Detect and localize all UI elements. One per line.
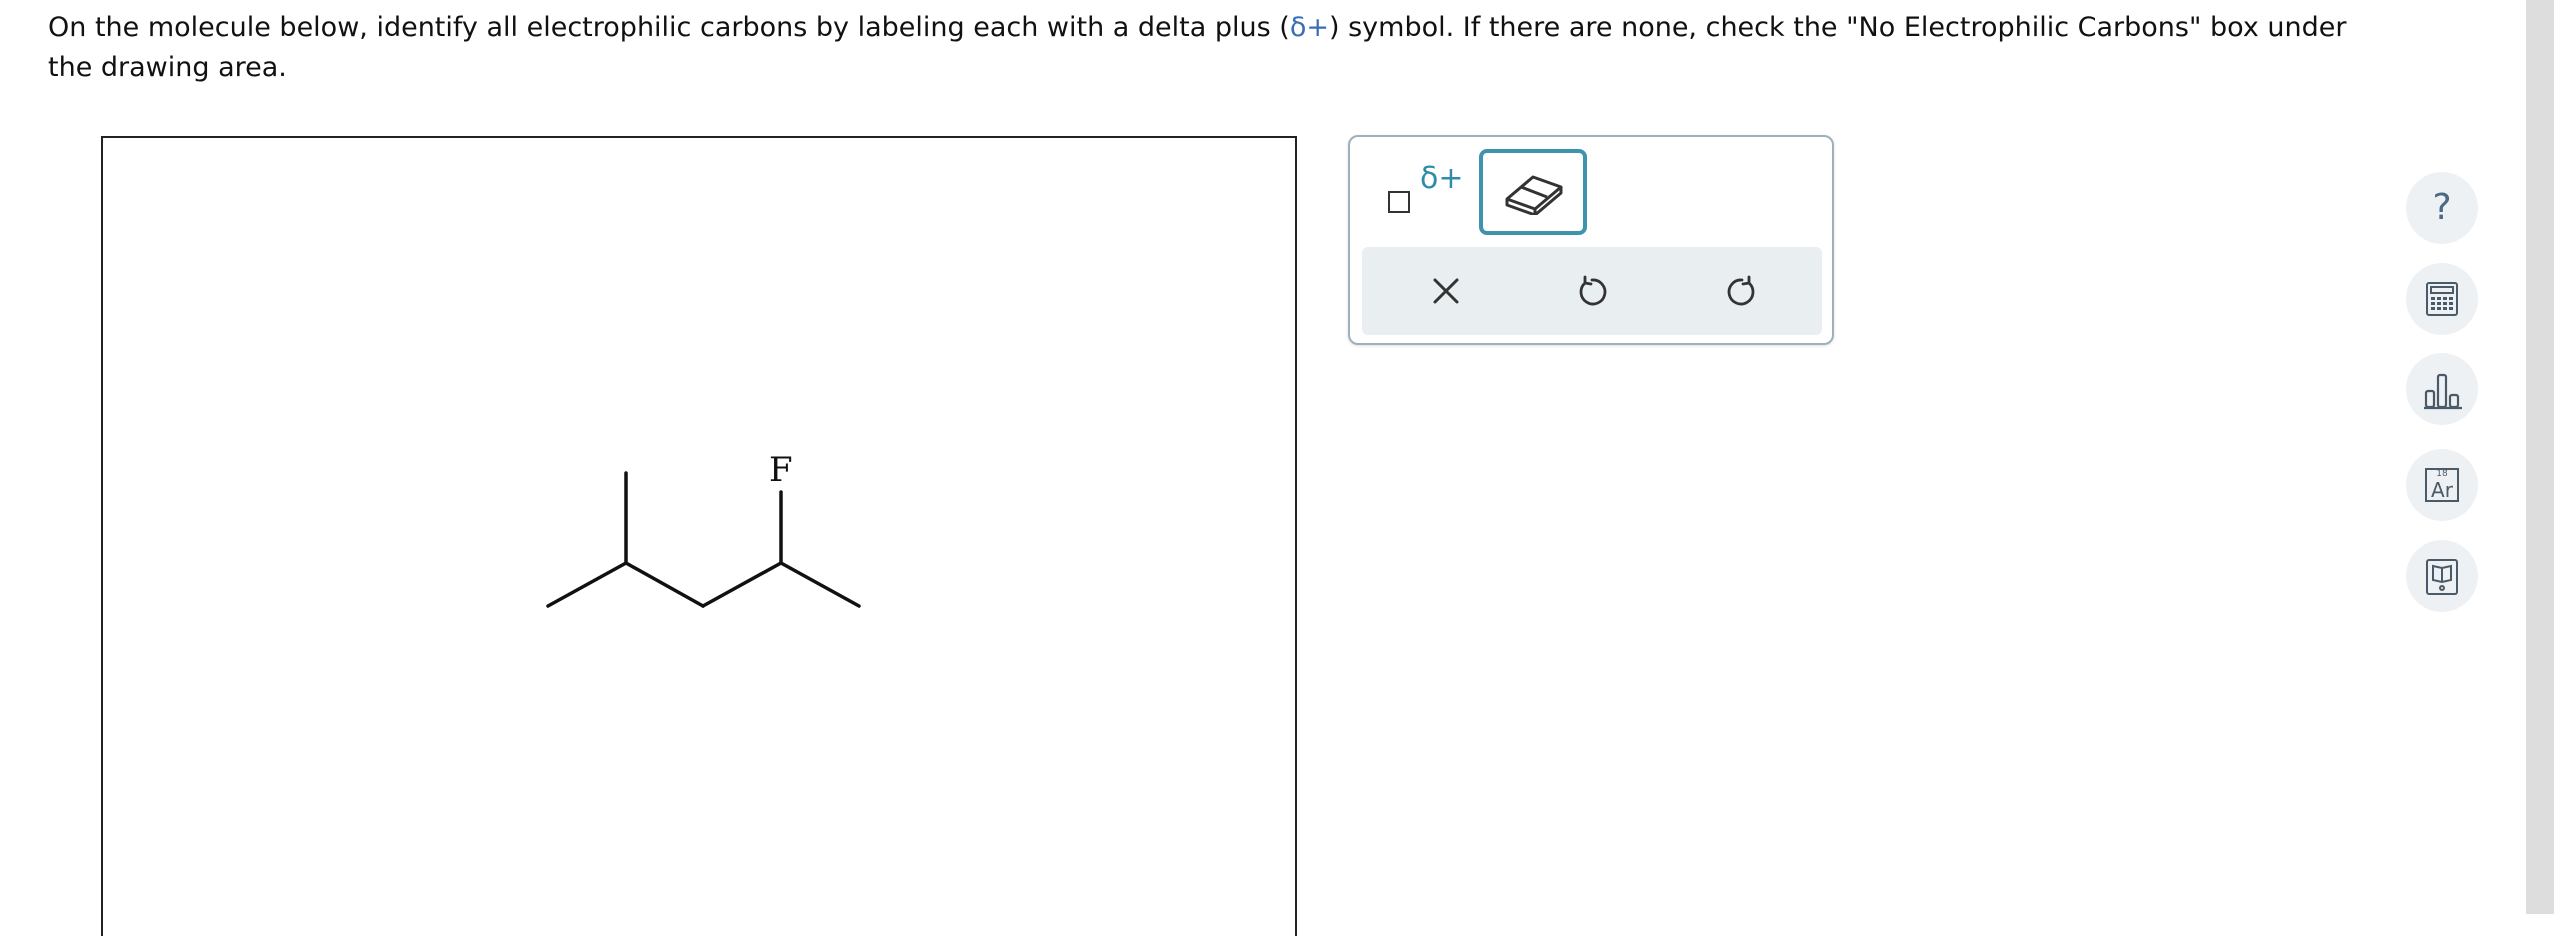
- undo-icon: [1579, 275, 1607, 306]
- help-icon: ?: [2432, 187, 2452, 228]
- fluorine-atom-label[interactable]: F: [769, 453, 793, 487]
- clear-button[interactable]: [1422, 267, 1470, 315]
- redo-button[interactable]: [1718, 267, 1766, 315]
- calculator-button[interactable]: [2406, 263, 2478, 335]
- calculator-icon: [2426, 282, 2458, 316]
- delta-plus-tool[interactable]: δ+: [1380, 149, 1464, 233]
- redo-icon: [1727, 275, 1755, 306]
- periodic-symbol-label: Ar: [2431, 478, 2453, 502]
- bond[interactable]: [624, 561, 705, 608]
- bond[interactable]: [779, 561, 861, 608]
- bar-chart-icon: [2424, 373, 2462, 410]
- help-button[interactable]: ?: [2406, 172, 2478, 244]
- data-chart-button[interactable]: [2406, 353, 2478, 425]
- prompt-text-1: On the molecule below, identify all elec…: [48, 12, 1290, 43]
- molecule-structure: [546, 471, 861, 608]
- action-bar: [1362, 247, 1822, 335]
- periodic-table-button[interactable]: 18 Ar: [2406, 449, 2478, 521]
- question-prompt: On the molecule below, identify all elec…: [48, 8, 2348, 88]
- drawing-canvas[interactable]: F: [101, 136, 1297, 936]
- delta-plus-symbol: δ+: [1289, 12, 1329, 43]
- undo-button[interactable]: [1568, 267, 1616, 315]
- reference-book-button[interactable]: [2406, 540, 2478, 612]
- eraser-icon: [1505, 175, 1563, 215]
- book-icon: [2426, 559, 2458, 595]
- scrollbar[interactable]: [2526, 0, 2554, 914]
- tool-palette: δ+: [1348, 135, 1834, 345]
- bond[interactable]: [546, 561, 628, 608]
- eraser-tool[interactable]: [1479, 149, 1587, 235]
- close-icon: [1433, 278, 1459, 304]
- square-icon: [1388, 191, 1410, 213]
- bond[interactable]: [701, 561, 783, 608]
- delta-plus-tool-label: δ+: [1420, 161, 1464, 196]
